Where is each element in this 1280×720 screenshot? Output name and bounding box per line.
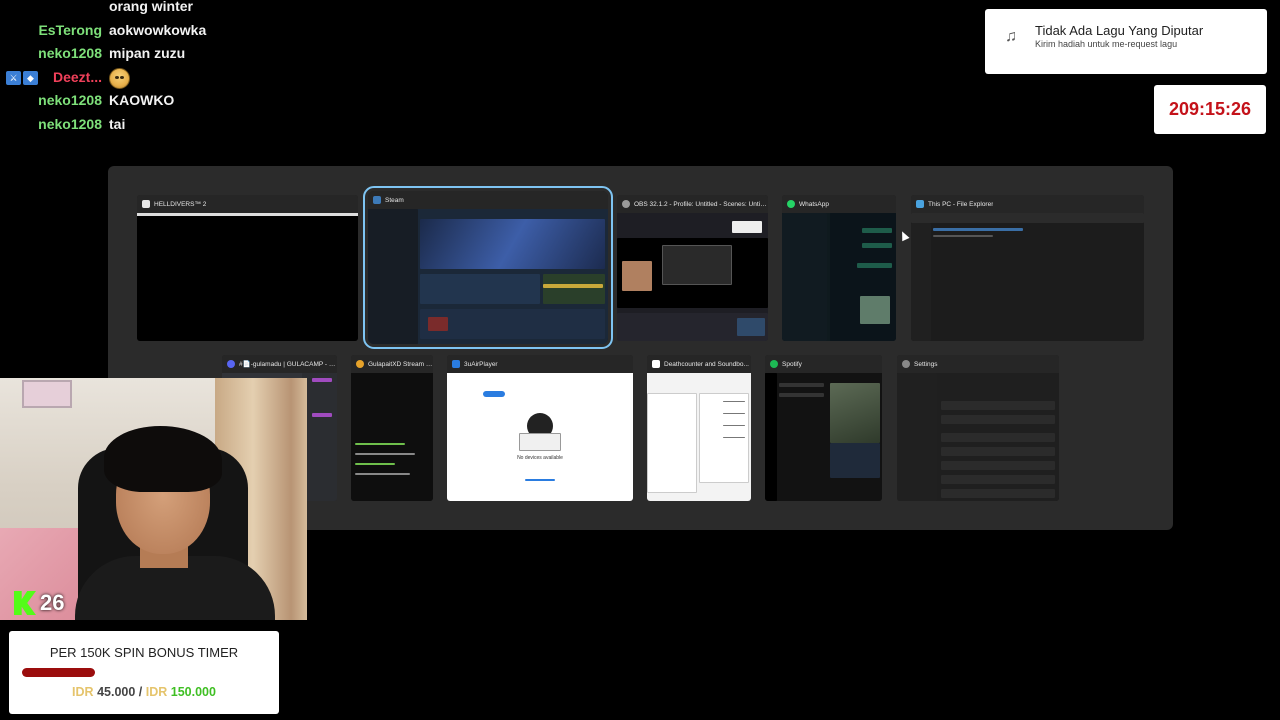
task-window-helldivers[interactable]: HELLDIVERS™ 2	[137, 195, 358, 341]
window-titlebar: Steam	[368, 191, 608, 209]
music-request-widget: ♫ Tidak Ada Lagu Yang Diputar Kirim hadi…	[985, 9, 1267, 74]
chat-message: ⚔ ◆ Deezt...	[0, 65, 300, 89]
spin-bonus-widget: PER 150K SPIN BONUS TIMER IDR 45.000 / I…	[9, 631, 279, 714]
chat-message: neko1208 mipan zuzu	[0, 41, 300, 65]
user-badges: ⚔ ◆	[6, 70, 38, 85]
window-title: This PC - File Explorer	[928, 200, 994, 208]
window-title: #📄-gulamadu | GULACAMP - D...	[239, 361, 337, 368]
viewer-count-value: 26	[40, 590, 65, 615]
window-thumbnail	[368, 209, 608, 344]
currency-label: IDR	[145, 685, 168, 699]
badge-icon: ⚔	[6, 70, 21, 85]
obs-icon	[622, 200, 630, 208]
viewer-count: 26	[14, 590, 64, 616]
chat-text: aokwowkowka	[109, 21, 207, 38]
task-window-whatsapp[interactable]: WhatsApp	[782, 195, 896, 341]
window-thumbnail	[617, 213, 768, 341]
window-title: Settings	[914, 360, 938, 368]
file-explorer-icon	[916, 200, 924, 208]
chat-username: neko1208	[38, 45, 102, 62]
window-titlebar: This PC - File Explorer	[911, 195, 1144, 213]
music-note-icon: ♫	[1005, 28, 1017, 45]
window-thumbnail	[137, 213, 358, 341]
wall-picture	[22, 380, 72, 408]
window-thumbnail	[897, 373, 1059, 501]
task-window-steam[interactable]: Steam	[363, 186, 613, 349]
chat-text: mipan zuzu	[109, 45, 186, 62]
window-title: WhatsApp	[799, 200, 829, 208]
window-title: Steam	[385, 196, 404, 204]
spin-progress-bar	[22, 668, 266, 677]
amount-separator: /	[138, 685, 143, 699]
chat-overlay: orang winter EsTerong aokwowkowka neko12…	[0, 0, 300, 136]
window-titlebar: Settings	[897, 355, 1059, 373]
spotify-icon	[770, 360, 778, 368]
window-titlebar: OBS 32.1.2 - Profile: Untitled - Scenes:…	[617, 195, 768, 213]
window-title: Spotify	[782, 360, 802, 368]
window-titlebar: Deathcounter and Soundbo...	[647, 355, 751, 373]
window-title: 3uAirPlayer	[464, 360, 498, 368]
task-window-spotify[interactable]: Spotify	[765, 355, 882, 501]
webcam-feed	[0, 378, 307, 620]
chat-username: neko1208	[38, 115, 102, 132]
stream-timer: 209:15:26	[1154, 85, 1266, 134]
music-title: Tidak Ada Lagu Yang Diputar	[1035, 23, 1204, 38]
window-title: GulapaitXD Stream -...	[368, 360, 433, 368]
task-window-3uairplayer[interactable]: 3uAirPlayer No devices available	[447, 355, 633, 501]
whatsapp-icon	[787, 200, 795, 208]
chat-username: EsTerong	[38, 21, 102, 38]
chat-message: neko1208 tai	[0, 112, 300, 136]
steam-icon	[373, 196, 381, 204]
chat-message: neko1208 KAOWKO	[0, 88, 300, 112]
window-thumbnail	[765, 373, 882, 501]
window-thumbnail	[647, 373, 751, 501]
emote-icon	[109, 67, 130, 89]
kick-logo-icon	[14, 591, 36, 615]
window-titlebar: GulapaitXD Stream -...	[351, 355, 433, 373]
window-titlebar: #📄-gulamadu | GULACAMP - D...	[222, 355, 337, 373]
currency-label: IDR	[72, 685, 94, 699]
task-window-file-explorer[interactable]: This PC - File Explorer	[911, 195, 1144, 341]
window-titlebar: Spotify	[765, 355, 882, 373]
discord-icon	[227, 360, 235, 368]
settings-gear-icon	[902, 360, 910, 368]
window-title: Deathcounter and Soundbo...	[664, 360, 749, 368]
window-thumbnail	[911, 213, 1144, 341]
chat-username: Deezt...	[52, 68, 102, 85]
window-thumbnail: No devices available	[447, 373, 633, 501]
current-amount: 45.000	[97, 685, 136, 699]
airplayer-status-text: No devices available	[517, 455, 563, 461]
window-thumbnail	[782, 213, 896, 341]
window-title: OBS 32.1.2 - Profile: Untitled - Scenes:…	[634, 200, 768, 208]
helldivers-icon	[142, 200, 150, 208]
chrome-icon	[356, 360, 364, 368]
chat-message: orang winter	[0, 0, 300, 18]
window-titlebar: WhatsApp	[782, 195, 896, 213]
task-window-deathcounter[interactable]: Deathcounter and Soundbo...	[647, 355, 751, 501]
chat-message: EsTerong aokwowkowka	[0, 18, 300, 42]
task-window-stream-browser[interactable]: GulapaitXD Stream -...	[351, 355, 433, 501]
chat-username: neko1208	[38, 92, 102, 109]
badge-icon: ◆	[23, 70, 38, 85]
window-title: HELLDIVERS™ 2	[154, 200, 207, 208]
music-subtitle: Kirim hadiah untuk me-request lagu	[1035, 39, 1178, 49]
spin-title: PER 150K SPIN BONUS TIMER	[49, 645, 239, 660]
3uairplayer-icon	[452, 360, 460, 368]
window-thumbnail	[351, 373, 433, 501]
task-window-obs[interactable]: OBS 32.1.2 - Profile: Untitled - Scenes:…	[617, 195, 768, 341]
deathcounter-icon	[652, 360, 660, 368]
chat-text: tai	[109, 115, 126, 132]
window-titlebar: 3uAirPlayer	[447, 355, 633, 373]
spin-amount: IDR 45.000 / IDR 150.000	[9, 685, 279, 699]
window-titlebar: HELLDIVERS™ 2	[137, 195, 358, 213]
task-window-settings[interactable]: Settings	[897, 355, 1059, 501]
chat-text: KAOWKO	[109, 92, 175, 109]
chat-text: orang winter	[109, 0, 194, 14]
spin-progress-fill	[22, 668, 96, 677]
target-amount: 150.000	[170, 685, 216, 699]
